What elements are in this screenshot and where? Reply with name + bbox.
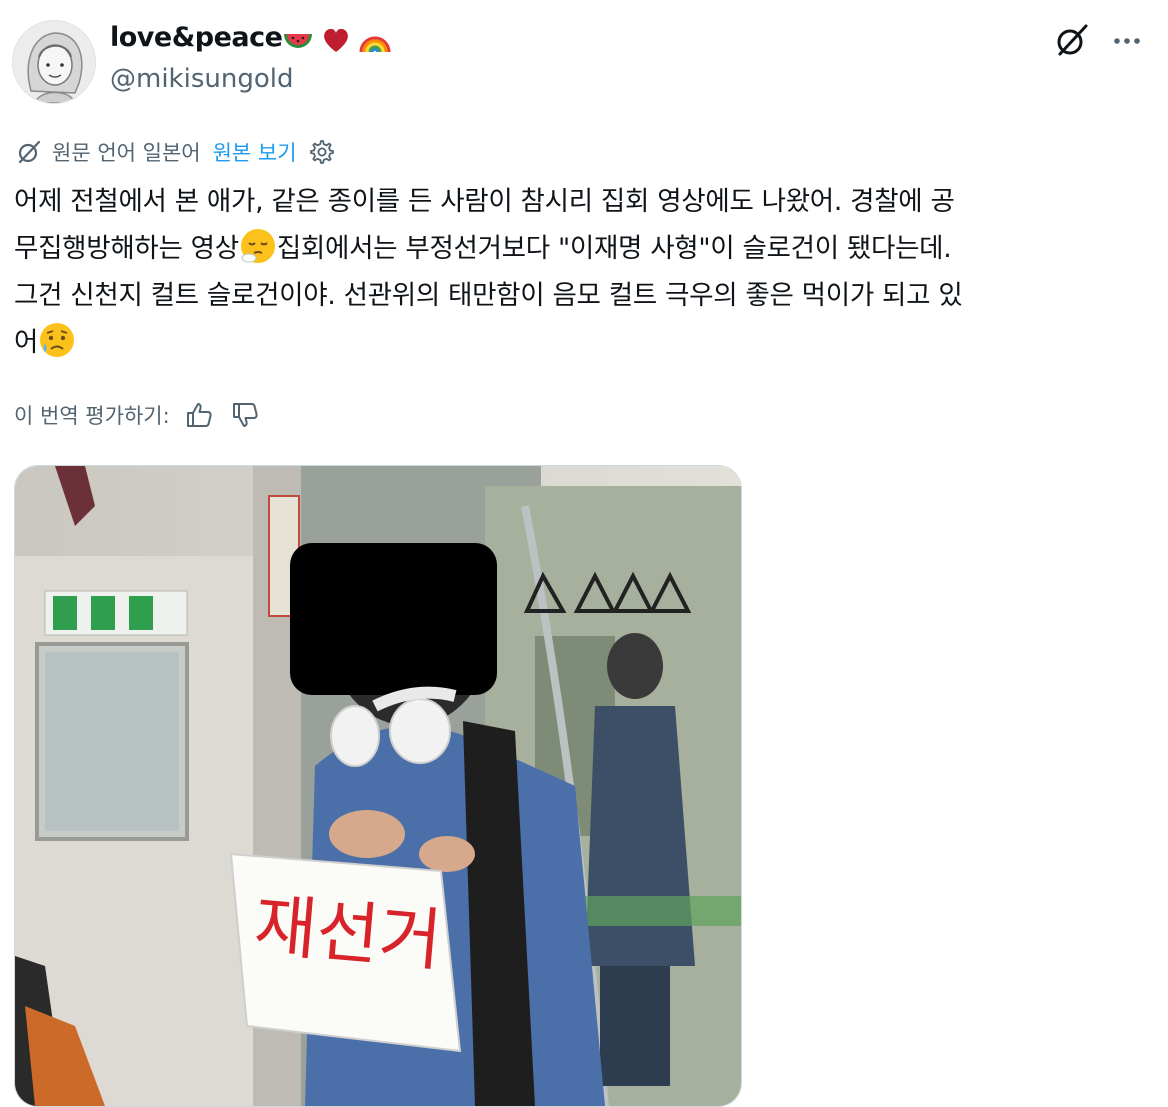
rainbow-emoji <box>358 24 392 60</box>
translate-icon <box>18 140 41 164</box>
tweet-line-2b: 집회에서는 부정선거보다 "이재명 사형"이 슬로건이 됐다는데. <box>276 233 952 264</box>
thumbs-up-icon[interactable] <box>184 400 214 430</box>
red-heart-emoji <box>320 24 352 60</box>
avatar[interactable] <box>12 20 96 104</box>
rate-translation-label: 이 번역 평가하기: <box>14 404 170 428</box>
translation-bar: 원문 언어 일본어 원본 보기 <box>16 136 335 168</box>
tweet-line-1: 어제 전철에서 본 애가, 같은 종이를 든 사람이 참시리 집회 영상에도 나… <box>14 186 955 217</box>
watermelon-emoji <box>282 24 314 60</box>
tweet-line-2a: 무집행방해하는 영상 <box>14 233 239 264</box>
grok-icon[interactable] <box>1054 22 1090 58</box>
sad-but-relieved-face-emoji <box>40 323 75 357</box>
tweet-line-4: 어 <box>14 327 39 358</box>
subway-car-photo[interactable]: 재선거 <box>14 465 742 1107</box>
handle[interactable]: @mikisungold <box>110 64 293 94</box>
tweet-line-3: 그건 신천지 컬트 슬로건이야. 선관위의 태만함이 음모 컬트 극우의 좋은 … <box>14 280 963 311</box>
rate-translation-row: 이 번역 평가하기: <box>14 397 260 433</box>
tweet-text: 어제 전철에서 본 애가, 같은 종이를 든 사람이 참시리 집회 영상에도 나… <box>14 178 1154 366</box>
thumbs-down-icon[interactable] <box>230 400 260 430</box>
more-icon[interactable] <box>1110 24 1144 58</box>
show-original-link[interactable]: 원본 보기 <box>213 137 297 167</box>
source-language-text: 원문 언어 일본어 <box>52 141 201 165</box>
display-name[interactable]: love&peace <box>110 22 283 53</box>
face-exhaling-emoji <box>240 229 275 263</box>
gear-icon[interactable] <box>307 138 335 166</box>
